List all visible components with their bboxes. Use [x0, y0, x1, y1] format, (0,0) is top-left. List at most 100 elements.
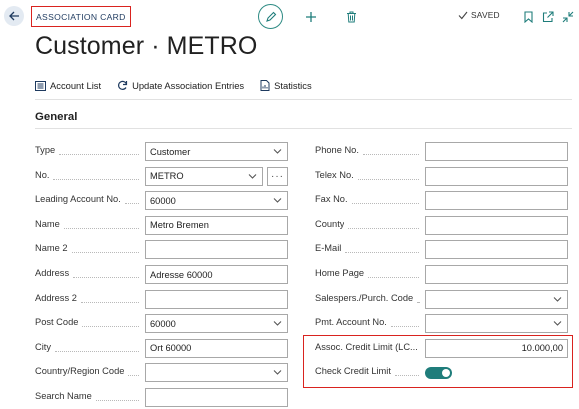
chevron-down-icon — [553, 321, 562, 326]
fax-no-label: Fax No. — [315, 194, 348, 205]
label-leader — [53, 178, 139, 180]
open-new-window-icon — [542, 11, 554, 23]
section-title-general[interactable]: General — [35, 111, 77, 123]
account-list-label: Account List — [50, 80, 102, 91]
chevron-down-icon — [273, 198, 282, 203]
fax-no-field[interactable] — [425, 191, 568, 211]
label-leader — [358, 178, 419, 180]
update-association-entries-label: Update Association Entries — [132, 80, 245, 91]
action-bar-divider — [35, 99, 572, 100]
new-button[interactable] — [302, 8, 320, 26]
label-leader — [363, 154, 419, 155]
name-2-label: Name 2 — [35, 243, 68, 254]
label-leader — [64, 227, 139, 229]
trash-icon — [346, 11, 356, 23]
no-label: No. — [35, 169, 50, 180]
label-leader — [368, 277, 419, 278]
back-arrow-icon — [9, 11, 19, 21]
back-button[interactable] — [4, 6, 24, 26]
leading-account-no-select[interactable]: 60000 — [145, 191, 288, 211]
pmt-account-no-label: Pmt. Account No. — [315, 317, 387, 328]
pencil-icon — [265, 11, 276, 22]
e-mail-field[interactable] — [425, 240, 568, 260]
statistics-label: Statistics — [274, 80, 312, 91]
name-label: Name — [35, 218, 60, 229]
account-list-action[interactable]: Account List — [35, 80, 101, 91]
label-leader — [73, 277, 139, 278]
page-title: Customer · METRO — [35, 32, 258, 60]
label-leader — [348, 227, 419, 229]
salespers-purch-code-label: Salespers./Purch. Code — [315, 292, 414, 303]
search-name-field[interactable] — [145, 388, 288, 407]
address-value: Adresse 60000 — [150, 269, 213, 280]
country-region-code-label: Country/Region Code — [35, 366, 125, 377]
address-2-field[interactable] — [145, 289, 288, 309]
bookmark-icon — [523, 11, 533, 23]
checkmark-icon — [458, 11, 468, 19]
county-label: County — [315, 218, 345, 229]
credit-limit-highlight — [303, 335, 573, 388]
chevron-down-icon — [273, 149, 282, 154]
no-more-button[interactable]: ··· — [267, 166, 288, 186]
address-label: Address — [35, 268, 70, 278]
chevron-down-icon — [553, 296, 562, 302]
no-select[interactable]: METRO — [145, 166, 263, 186]
e-mail-label: E-Mail — [315, 243, 342, 254]
list-icon — [35, 80, 46, 91]
ellipsis-icon: ··· — [271, 170, 284, 182]
type-label: Type — [35, 145, 56, 155]
city-field[interactable]: Ort 60000 — [145, 338, 288, 358]
telex-no-label: Telex No. — [315, 169, 354, 180]
refresh-icon — [118, 80, 128, 90]
statistics-action[interactable]: Statistics — [260, 80, 312, 91]
document-chart-icon — [260, 80, 270, 91]
label-leader — [391, 326, 419, 328]
home-page-field[interactable] — [425, 265, 568, 284]
plus-icon — [306, 12, 316, 22]
telex-no-field[interactable] — [425, 166, 568, 186]
label-leader — [55, 350, 139, 352]
post-code-select[interactable]: 60000 — [145, 314, 288, 334]
no-value: METRO — [150, 171, 184, 182]
label-leader — [345, 252, 419, 254]
label-leader — [128, 375, 139, 377]
leading-account-no-value: 60000 — [150, 195, 176, 206]
phone-no-label: Phone No. — [315, 145, 359, 155]
address-field[interactable]: Adresse 60000 — [145, 265, 288, 284]
type-value: Customer — [150, 146, 191, 157]
label-leader — [96, 400, 139, 401]
label-leader — [59, 154, 139, 155]
search-name-label: Search Name — [35, 391, 92, 401]
name-2-field[interactable] — [145, 240, 288, 260]
label-leader — [417, 301, 419, 303]
label-leader — [81, 301, 139, 303]
phone-no-field[interactable] — [425, 142, 568, 161]
county-field[interactable] — [425, 215, 568, 235]
post-code-label: Post Code — [35, 317, 79, 328]
name-value: Metro Bremen — [150, 220, 209, 231]
post-code-value: 60000 — [150, 318, 176, 329]
page-type-caption: ASSOCIATION CARD — [31, 6, 131, 27]
city-value: Ort 60000 — [150, 343, 192, 354]
bookmark-button[interactable] — [519, 8, 537, 26]
open-new-window-button[interactable] — [539, 8, 557, 26]
action-bar: Account List Update Association Entries … — [35, 80, 312, 91]
update-association-entries-action[interactable]: Update Association Entries — [117, 80, 244, 91]
label-leader — [352, 203, 419, 205]
collapse-button[interactable] — [559, 8, 577, 26]
section-divider — [35, 128, 572, 129]
home-page-label: Home Page — [315, 268, 365, 278]
delete-button[interactable] — [342, 8, 360, 26]
edit-button[interactable] — [258, 4, 283, 29]
pmt-account-no-select[interactable] — [425, 314, 568, 334]
chevron-down-icon — [248, 173, 257, 179]
salespers-purch-code-select[interactable] — [425, 289, 568, 309]
address-2-label: Address 2 — [35, 292, 77, 303]
name-field[interactable]: Metro Bremen — [145, 215, 288, 235]
chevron-down-icon — [273, 370, 282, 376]
leading-account-no-label: Leading Account No. — [35, 194, 121, 205]
country-region-code-select[interactable] — [145, 363, 288, 383]
collapse-icon — [562, 11, 574, 23]
label-leader — [125, 203, 139, 205]
type-select[interactable]: Customer — [145, 142, 288, 161]
